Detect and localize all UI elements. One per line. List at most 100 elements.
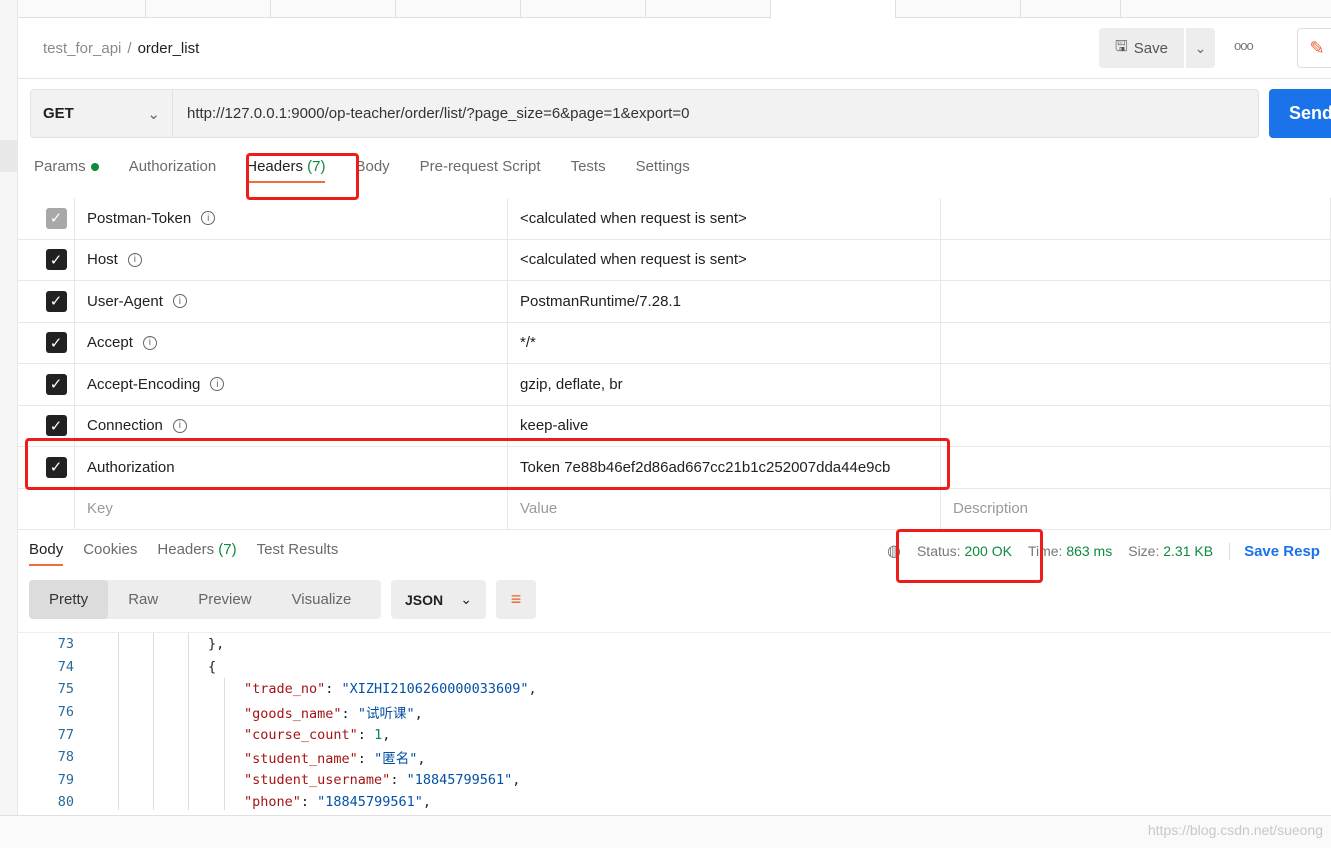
send-button[interactable]: Send bbox=[1269, 89, 1331, 138]
format-tabs: Pretty Raw Preview Visualize bbox=[29, 580, 381, 619]
header-checkbox[interactable]: ✓ bbox=[45, 373, 67, 395]
breadcrumb: test_for_api / order_list bbox=[43, 40, 199, 57]
format-visualize[interactable]: Visualize bbox=[272, 580, 372, 619]
chevron-down-icon: ⌄ bbox=[1194, 39, 1207, 56]
header-description[interactable] bbox=[941, 198, 1331, 239]
save-dropdown-button[interactable]: ⌄ bbox=[1186, 28, 1215, 68]
header-row: ✓ Accept i */* bbox=[18, 322, 1331, 364]
header-description[interactable] bbox=[941, 281, 1331, 322]
divider bbox=[18, 78, 1331, 79]
line-number: 73 bbox=[57, 636, 74, 653]
new-value-input[interactable]: Value bbox=[508, 488, 941, 529]
header-key[interactable]: User-Agent i bbox=[75, 281, 508, 322]
tab-settings[interactable]: Settings bbox=[636, 158, 690, 183]
format-raw[interactable]: Raw bbox=[108, 580, 178, 619]
header-value[interactable]: <calculated when request is sent> bbox=[508, 198, 941, 239]
header-key[interactable]: Postman-Token i bbox=[75, 198, 508, 239]
edit-button[interactable]: ✎ bbox=[1297, 28, 1331, 68]
chevron-down-icon: ⌄ bbox=[460, 591, 472, 607]
line-number: 75 bbox=[57, 681, 74, 698]
request-tabs: Params Authorization Headers (7) Body Pr… bbox=[34, 158, 690, 183]
header-key[interactable]: Host i bbox=[75, 239, 508, 280]
line-number: 74 bbox=[57, 658, 74, 675]
left-rail bbox=[0, 0, 18, 848]
resp-tab-headers[interactable]: Headers (7) bbox=[157, 541, 236, 566]
header-value[interactable]: PostmanRuntime/7.28.1 bbox=[508, 281, 941, 322]
tab-params[interactable]: Params bbox=[34, 158, 99, 183]
header-value[interactable]: <calculated when request is sent> bbox=[508, 239, 941, 280]
size: Size: 2.31 KB bbox=[1128, 543, 1214, 559]
header-description[interactable] bbox=[941, 364, 1331, 405]
code-line: 74{ bbox=[18, 655, 1331, 679]
more-options-button[interactable]: ooo bbox=[1234, 38, 1254, 53]
header-description[interactable] bbox=[941, 322, 1331, 363]
code-line: 76 "goods_name": "试听课", bbox=[18, 700, 1331, 724]
tab-body[interactable]: Body bbox=[355, 158, 389, 183]
line-number: 80 bbox=[57, 794, 74, 810]
header-description[interactable] bbox=[941, 239, 1331, 280]
header-checkbox[interactable]: ✓ bbox=[45, 207, 67, 229]
language-value: JSON bbox=[405, 591, 444, 608]
breadcrumb-collection[interactable]: test_for_api bbox=[43, 40, 121, 57]
response-body-code[interactable]: 73}, 74{75 "trade_no": "XIZHI2106260000033… bbox=[18, 632, 1331, 810]
watermark: https://blog.csdn.net/sueong bbox=[1147, 822, 1323, 838]
method-value: GET bbox=[43, 105, 74, 122]
format-pretty[interactable]: Pretty bbox=[29, 580, 109, 619]
breadcrumb-request[interactable]: order_list bbox=[138, 40, 200, 57]
line-number: 76 bbox=[57, 704, 74, 721]
method-select[interactable]: GET ⌄ bbox=[30, 89, 173, 138]
header-checkbox[interactable]: ✓ bbox=[45, 332, 67, 354]
request-tabs-bar[interactable] bbox=[18, 0, 1331, 18]
code-line: 73}, bbox=[18, 633, 1331, 656]
wrap-icon: ≡ bbox=[510, 589, 522, 609]
params-indicator-dot bbox=[90, 163, 99, 172]
resp-tab-cookies[interactable]: Cookies bbox=[83, 541, 137, 566]
header-checkbox[interactable]: ✓ bbox=[45, 249, 67, 271]
wrap-lines-button[interactable]: ≡ bbox=[496, 580, 536, 619]
header-row: ✓ Postman-Token i <calculated when reques… bbox=[18, 198, 1331, 240]
info-icon[interactable]: i bbox=[142, 335, 157, 350]
breadcrumb-separator: / bbox=[127, 40, 132, 57]
header-key[interactable]: Accept i bbox=[75, 322, 508, 363]
resp-tab-test-results[interactable]: Test Results bbox=[257, 541, 339, 566]
header-row: ✓ User-Agent i PostmanRuntime/7.28.1 bbox=[18, 281, 1331, 323]
save-button[interactable]: 🖫 Save bbox=[1099, 28, 1184, 68]
header-row: ✓ Accept-Encoding i gzip, deflate, br bbox=[18, 364, 1331, 406]
header-description[interactable] bbox=[941, 405, 1331, 446]
header-new-row: Key Value Description bbox=[18, 488, 1331, 530]
header-checkbox[interactable]: ✓ bbox=[45, 290, 67, 312]
header-row: ✓ Host i <calculated when request is sent… bbox=[18, 239, 1331, 281]
save-label: Save bbox=[1133, 39, 1168, 57]
response-tabs: Body Cookies Headers (7) Test Results bbox=[29, 541, 338, 566]
code-line: 80 "phone": "18845799561", bbox=[18, 791, 1331, 810]
header-description[interactable] bbox=[941, 447, 1331, 488]
highlight-box-authorization-row bbox=[25, 438, 950, 490]
code-line: 78 "student_name": "匿名", bbox=[18, 745, 1331, 769]
tab-tests[interactable]: Tests bbox=[571, 158, 606, 183]
line-number: 79 bbox=[57, 771, 74, 788]
code-line: 77 "course_count": 1, bbox=[18, 723, 1331, 746]
tab-authorization[interactable]: Authorization bbox=[129, 158, 217, 183]
status-bar bbox=[0, 815, 1331, 848]
header-key[interactable]: Accept-Encoding i bbox=[75, 364, 508, 405]
line-number: 77 bbox=[57, 726, 74, 743]
code-line: 79 "student_username": "18845799561", bbox=[18, 768, 1331, 792]
info-icon[interactable]: i bbox=[172, 294, 187, 309]
language-select[interactable]: JSON ⌄ bbox=[391, 580, 486, 619]
info-icon[interactable]: i bbox=[172, 418, 187, 433]
highlight-box-headers-tab bbox=[246, 153, 359, 200]
info-icon[interactable]: i bbox=[127, 252, 142, 267]
new-description-input[interactable]: Description bbox=[941, 488, 1331, 529]
format-preview[interactable]: Preview bbox=[178, 580, 271, 619]
info-icon[interactable]: i bbox=[201, 211, 216, 226]
highlight-box-status bbox=[896, 529, 1043, 583]
save-response-button[interactable]: Save Resp bbox=[1229, 542, 1320, 560]
url-input[interactable]: http://127.0.0.1:9000/op-teacher/order/l… bbox=[173, 89, 1259, 138]
header-value[interactable]: gzip, deflate, br bbox=[508, 364, 941, 405]
new-key-input[interactable]: Key bbox=[75, 488, 508, 529]
tab-prerequest-script[interactable]: Pre-request Script bbox=[420, 158, 541, 183]
header-value[interactable]: */* bbox=[508, 322, 941, 363]
info-icon[interactable]: i bbox=[210, 377, 225, 392]
header-checkbox[interactable]: ✓ bbox=[45, 415, 67, 437]
resp-tab-body[interactable]: Body bbox=[29, 541, 64, 566]
